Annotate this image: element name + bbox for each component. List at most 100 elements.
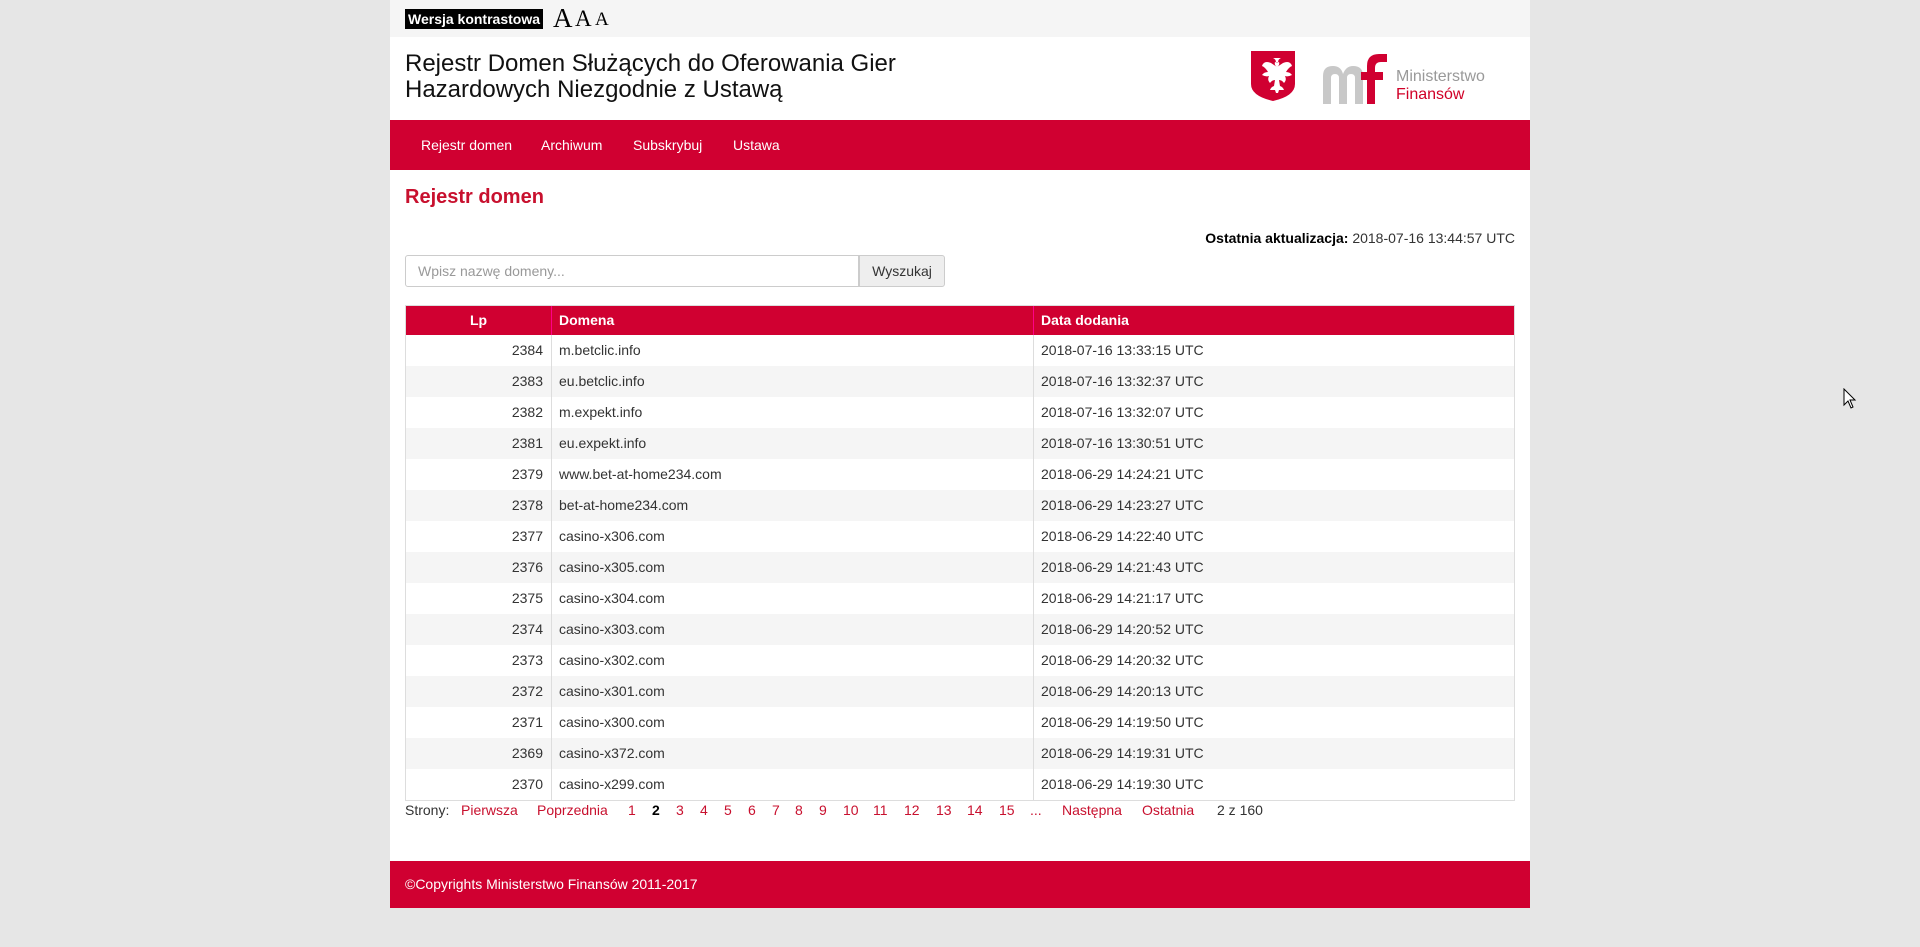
pagination-page-12[interactable]: 12 <box>904 802 920 818</box>
cell-date: 2018-06-29 14:21:43 UTC <box>1041 559 1204 575</box>
cell-domain: casino-x306.com <box>552 521 1034 552</box>
font-size-large-button[interactable]: A <box>553 3 573 34</box>
site-title-line1: Rejestr Domen Służących do Oferowania Gi… <box>405 50 896 77</box>
cell-domain: casino-x301.com <box>552 676 1034 707</box>
pagination-last[interactable]: Ostatnia <box>1142 802 1194 818</box>
cell-domain: eu.expekt.info <box>552 428 1034 459</box>
cell-domain: m.betclic.info <box>552 335 1034 366</box>
cell-date: 2018-07-16 13:32:37 UTC <box>1041 373 1204 389</box>
pagination-page-14[interactable]: 14 <box>967 802 983 818</box>
pagination-first[interactable]: Pierwsza <box>461 802 518 818</box>
table-row: 2370 casino-x299.com 2018-06-29 14:19:30 U… <box>406 769 1514 800</box>
cell-date: 2018-07-16 13:32:07 UTC <box>1041 404 1204 420</box>
cell-domain: www.bet-at-home234.com <box>552 459 1034 490</box>
last-update-value: 2018-07-16 13:44:57 UTC <box>1352 230 1515 246</box>
table-header: Lp Domena Data dodania <box>406 306 1514 335</box>
font-size-small-button[interactable]: A <box>595 9 609 31</box>
cell-date: 2018-06-29 14:19:31 UTC <box>1041 745 1204 761</box>
cell-lp: 2371 <box>406 707 552 738</box>
site-title[interactable]: Rejestr Domen Służących do Oferowania Gi… <box>405 51 965 103</box>
cell-date: 2018-06-29 14:19:30 UTC <box>1041 776 1204 792</box>
pagination-page-current: 2 <box>652 802 660 818</box>
cell-domain: casino-x305.com <box>552 552 1034 583</box>
table-row: 2383 eu.betclic.info 2018-07-16 13:32:37 U… <box>406 366 1514 397</box>
cell-lp: 2369 <box>406 738 552 769</box>
cell-date: 2018-06-29 14:20:32 UTC <box>1041 652 1204 668</box>
nav-item-subskrybuj[interactable]: Subskrybuj <box>633 120 702 170</box>
pagination-page-4[interactable]: 4 <box>700 802 708 818</box>
pagination-page-1[interactable]: 1 <box>628 802 636 818</box>
cell-date: 2018-06-29 14:21:17 UTC <box>1041 590 1204 606</box>
pagination-page-8[interactable]: 8 <box>795 802 803 818</box>
pagination-page-11[interactable]: 11 <box>873 802 888 818</box>
cell-date: 2018-06-29 14:20:52 UTC <box>1041 621 1204 637</box>
footer-copyright: ©Copyrights Ministerstwo Finansów 2011-2… <box>405 876 698 892</box>
main-nav: Rejestr domen Archiwum Subskrybuj Ustawa <box>390 120 1530 170</box>
pagination-page-3[interactable]: 3 <box>676 802 684 818</box>
mouse-cursor-icon <box>1843 388 1857 409</box>
pagination-next[interactable]: Następna <box>1062 802 1122 818</box>
domain-search-input[interactable] <box>405 255 859 287</box>
pagination-page-13[interactable]: 13 <box>936 802 952 818</box>
accessibility-bar: Wersja kontrastowa A A A <box>390 0 1530 37</box>
table-row: 2382 m.expekt.info 2018-07-16 13:32:07 UTC <box>406 397 1514 428</box>
pagination-summary: 2 z 160 <box>1217 802 1263 818</box>
pagination-page-6[interactable]: 6 <box>748 802 756 818</box>
cell-domain: casino-x304.com <box>552 583 1034 614</box>
cell-domain: casino-x302.com <box>552 645 1034 676</box>
cell-lp: 2381 <box>406 428 552 459</box>
pagination-page-7[interactable]: 7 <box>772 802 780 818</box>
cell-domain: casino-x300.com <box>552 707 1034 738</box>
table-row: 2381 eu.expekt.info 2018-07-16 13:30:51 UT… <box>406 428 1514 459</box>
footer: ©Copyrights Ministerstwo Finansów 2011-2… <box>390 861 1530 908</box>
cell-lp: 2376 <box>406 552 552 583</box>
pagination-ellipsis[interactable]: ... <box>1030 802 1042 818</box>
cell-date: 2018-06-29 14:24:21 UTC <box>1041 466 1204 482</box>
cell-domain: m.expekt.info <box>552 397 1034 428</box>
table-row: 2372 casino-x301.com 2018-06-29 14:20:13 U… <box>406 676 1514 707</box>
cell-domain: casino-x299.com <box>552 769 1034 800</box>
nav-item-archiwum[interactable]: Archiwum <box>541 120 602 170</box>
nav-item-rejestr-domen[interactable]: Rejestr domen <box>421 120 512 170</box>
cell-lp: 2379 <box>406 459 552 490</box>
table-body: 2384 m.betclic.info 2018-07-16 13:33:15 UT… <box>406 335 1514 800</box>
cell-domain: bet-at-home234.com <box>552 490 1034 521</box>
cell-lp: 2377 <box>406 521 552 552</box>
cell-lp: 2382 <box>406 397 552 428</box>
pagination-page-10[interactable]: 10 <box>843 802 859 818</box>
cell-lp: 2373 <box>406 645 552 676</box>
cell-domain: casino-x372.com <box>552 738 1034 769</box>
cell-lp: 2375 <box>406 583 552 614</box>
main-content: Rejestr domen Ostatnia aktualizacja: 201… <box>390 170 1530 860</box>
cell-lp: 2372 <box>406 676 552 707</box>
page: Wersja kontrastowa A A A Rejestr Domen S… <box>390 0 1530 908</box>
cell-date: 2018-06-29 14:19:50 UTC <box>1041 714 1204 730</box>
table-row: 2378 bet-at-home234.com 2018-06-29 14:23:2… <box>406 490 1514 521</box>
nav-item-ustawa[interactable]: Ustawa <box>733 120 780 170</box>
cell-domain: eu.betclic.info <box>552 366 1034 397</box>
pagination-page-15[interactable]: 15 <box>999 802 1015 818</box>
pagination-page-9[interactable]: 9 <box>819 802 827 818</box>
font-size-medium-button[interactable]: A <box>575 6 592 32</box>
table-row: 2374 casino-x303.com 2018-06-29 14:20:52 U… <box>406 614 1514 645</box>
table-row: 2377 casino-x306.com 2018-06-29 14:22:40 U… <box>406 521 1514 552</box>
cell-lp: 2370 <box>406 769 552 800</box>
cell-lp: 2384 <box>406 335 552 366</box>
column-header-data-dodania[interactable]: Data dodania <box>1034 306 1514 335</box>
domain-table: Lp Domena Data dodania 2384 m.betclic.inf… <box>405 305 1515 801</box>
cell-date: 2018-06-29 14:20:13 UTC <box>1041 683 1204 699</box>
last-update-label: Ostatnia aktualizacja: <box>1205 230 1349 246</box>
column-header-lp[interactable]: Lp <box>406 306 552 335</box>
table-row: 2369 casino-x372.com 2018-06-29 14:19:31 U… <box>406 738 1514 769</box>
contrast-toggle-button[interactable]: Wersja kontrastowa <box>405 9 544 29</box>
table-row: 2376 casino-x305.com 2018-06-29 14:21:43 U… <box>406 552 1514 583</box>
pagination-page-5[interactable]: 5 <box>724 802 732 818</box>
column-header-domena[interactable]: Domena <box>552 306 1034 335</box>
cell-lp: 2383 <box>406 366 552 397</box>
pagination-prev[interactable]: Poprzednia <box>537 802 608 818</box>
search-button[interactable]: Wyszukaj <box>859 255 945 287</box>
table-row: 2379 www.bet-at-home234.com 2018-06-29 14:… <box>406 459 1514 490</box>
polish-eagle-icon <box>1251 51 1295 101</box>
ministry-name-line1: Ministerstwo <box>1396 68 1485 85</box>
page-title: Rejestr domen <box>405 186 544 208</box>
